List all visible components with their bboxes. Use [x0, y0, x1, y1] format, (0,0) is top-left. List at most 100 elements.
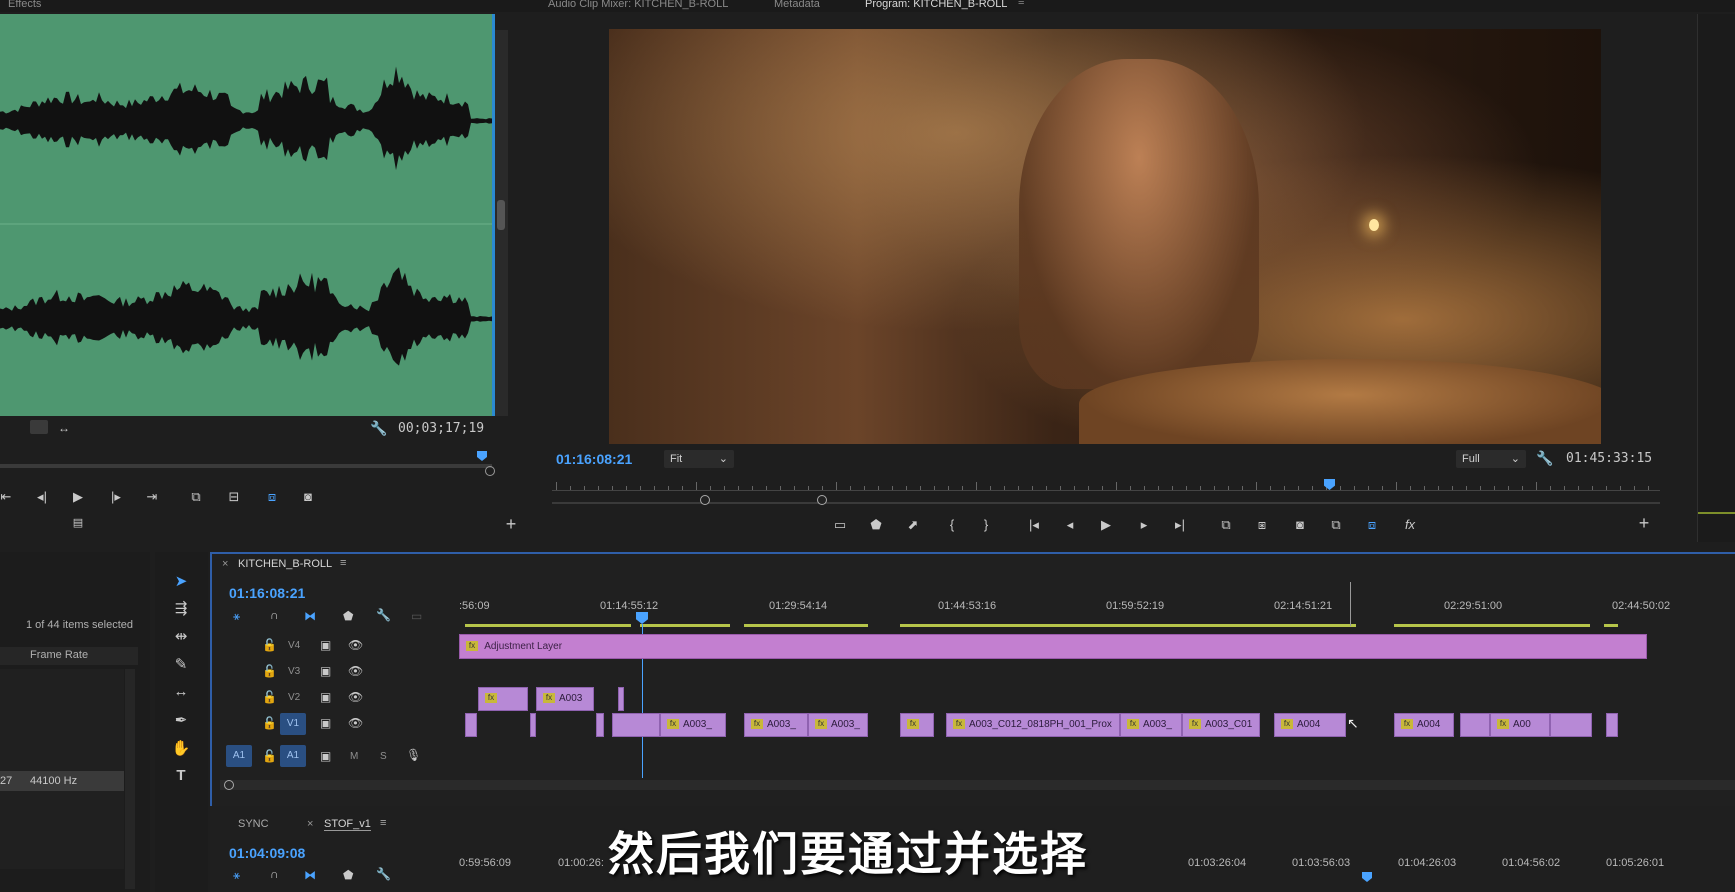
v1-clip[interactable] — [612, 713, 660, 737]
type-tool-icon[interactable]: T — [170, 767, 192, 787]
snap-magnet-icon[interactable]: ∩ — [270, 867, 279, 881]
sequence-menu-icon[interactable]: ≡ — [340, 557, 346, 569]
program-time-ruler[interactable] — [552, 490, 1660, 491]
sequence-menu-icon[interactable]: ≡ — [380, 817, 386, 829]
eye-icon[interactable]: 👁 — [348, 690, 363, 704]
eye-icon[interactable]: 👁 — [348, 638, 363, 652]
timeline-settings-wrench-icon[interactable]: 🔧 — [376, 608, 391, 622]
v2-clip[interactable]: fx A003 — [536, 687, 594, 711]
lock-icon[interactable]: 🔓 — [262, 749, 277, 763]
v1-clip[interactable] — [530, 713, 536, 737]
source-playhead-marker[interactable] — [477, 451, 487, 461]
pen-tool-icon[interactable]: ✒ — [170, 711, 192, 731]
ripple-edit-tool-icon[interactable]: ⇹ — [170, 627, 192, 647]
mute-button[interactable]: M — [350, 751, 358, 762]
lift-icon[interactable]: ⧉ — [1216, 517, 1236, 533]
lock-icon[interactable]: 🔓 — [262, 664, 277, 678]
source-step-forward-icon[interactable]: |▸ — [106, 489, 126, 505]
overwrite-icon[interactable]: ⊟ — [224, 489, 244, 505]
source-go-to-out-icon[interactable]: ⇥ — [142, 489, 162, 505]
v1-clip[interactable]: fx A004 — [1274, 713, 1346, 737]
export-frame-icon[interactable]: ◙ — [1290, 517, 1310, 532]
source-button-editor-icon[interactable]: ▤ — [68, 516, 88, 529]
mark-out-icon[interactable]: } — [976, 517, 996, 532]
tab-effects[interactable]: Effects — [8, 0, 41, 10]
project-list[interactable] — [0, 669, 124, 869]
lock-icon[interactable]: 🔓 — [262, 716, 277, 730]
v1-clip[interactable]: fx A003_ — [1120, 713, 1182, 737]
v1-clip[interactable]: fx A003_C01 — [1182, 713, 1260, 737]
source-ripple-icon[interactable]: ↔ — [58, 421, 70, 435]
proxy-toggle-icon[interactable]: ⧈ — [1362, 517, 1382, 533]
linked-selection-icon[interactable]: ⧓ — [304, 609, 316, 623]
captions-icon[interactable]: ▭ — [411, 609, 422, 623]
tab-sync[interactable]: SYNC — [238, 818, 269, 830]
program-video-frame[interactable] — [609, 29, 1601, 444]
program-add-button-icon[interactable]: + — [1634, 513, 1654, 534]
close-tab-icon[interactable]: × — [222, 558, 228, 570]
add-marker-icon[interactable]: ⬟ — [866, 517, 886, 533]
selection-tool-icon[interactable]: ➤ — [170, 572, 192, 592]
frame-rate-column-header[interactable]: Frame Rate — [30, 649, 88, 661]
v1-clip[interactable]: fx A004 — [1394, 713, 1454, 737]
source-zoom-bar[interactable] — [0, 464, 492, 468]
source-waveform[interactable] — [0, 14, 492, 416]
sync-lock-icon[interactable]: ▣ — [320, 716, 331, 730]
eye-icon[interactable]: 👁 — [348, 664, 363, 678]
v1-clip[interactable] — [596, 713, 604, 737]
v1-clip[interactable] — [1460, 713, 1490, 737]
sync-lock-icon[interactable]: ▣ — [320, 638, 331, 652]
second-timeline-timecode[interactable]: 01:04:09:08 — [229, 845, 305, 861]
microphone-icon[interactable]: 🎙 — [406, 748, 421, 762]
slip-tool-icon[interactable]: ↔ — [170, 683, 192, 703]
lock-icon[interactable]: 🔓 — [262, 638, 277, 652]
source-safe-margins-icon[interactable]: ⧈ — [262, 489, 282, 505]
linked-selection-icon[interactable]: ⧓ — [304, 868, 316, 882]
source-zoom-handle[interactable] — [485, 466, 495, 476]
v1-clip[interactable]: fx A00 — [1490, 713, 1550, 737]
v1-clip[interactable]: fx A003_C012_0818PH_001_Prox — [946, 713, 1120, 737]
sync-lock-icon[interactable]: ▣ — [320, 749, 331, 763]
fx-toggle-icon[interactable]: fx — [1400, 517, 1420, 532]
play-icon[interactable]: ▶ — [1096, 517, 1116, 533]
timeline-zoom-handle[interactable] — [224, 780, 234, 790]
project-scrollbar[interactable] — [125, 669, 135, 889]
program-zoom-bar[interactable] — [552, 502, 1660, 504]
close-tab-icon[interactable]: × — [307, 818, 313, 830]
source-patch-a1[interactable]: A1 — [226, 745, 252, 767]
v2-clip[interactable] — [618, 687, 624, 711]
comparison-view-icon[interactable]: ⧉ — [1326, 517, 1346, 533]
timeline-timecode[interactable]: 01:16:08:21 — [229, 585, 305, 601]
mark-in-icon[interactable]: { — [942, 517, 962, 532]
eye-icon[interactable]: 👁 — [348, 716, 363, 730]
source-timecode[interactable]: 00;03;17;19 — [398, 421, 484, 436]
sync-lock-icon[interactable]: ▣ — [320, 664, 331, 678]
markers-icon[interactable]: ▭ — [830, 517, 850, 533]
extract-icon[interactable]: ⧆ — [1252, 517, 1272, 533]
v1-clip[interactable] — [465, 713, 477, 737]
snap-magnet-icon[interactable]: ∩ — [270, 608, 279, 622]
tab-program[interactable]: Program: KITCHEN_B-ROLL — [865, 0, 1007, 10]
fit-dropdown[interactable]: Fit ⌄ — [664, 450, 734, 468]
nest-sequence-icon[interactable]: ⚹ — [233, 609, 240, 624]
insert-icon[interactable]: ⧉ — [186, 489, 206, 505]
solo-button[interactable]: S — [380, 751, 387, 762]
source-settings-icon[interactable] — [30, 420, 48, 434]
v1-clip[interactable]: fx A003_ — [808, 713, 868, 737]
tab-stof[interactable]: STOF_v1 — [324, 818, 371, 831]
track-target-a1[interactable]: A1 — [280, 745, 306, 767]
panel-menu-icon[interactable]: ≡ — [1018, 0, 1024, 8]
wrench-icon[interactable]: 🔧 — [370, 420, 387, 437]
source-export-frame-icon[interactable]: ◙ — [298, 489, 318, 504]
lock-icon[interactable]: 🔓 — [262, 690, 277, 704]
nest-sequence-icon[interactable]: ⚹ — [233, 868, 240, 883]
source-step-back-icon[interactable]: ◂| — [32, 489, 52, 505]
timeline-horizontal-scrollbar[interactable] — [220, 780, 1735, 790]
hand-tool-icon[interactable]: ✋ — [170, 739, 192, 759]
program-zoom-handle-left[interactable] — [700, 495, 710, 505]
tab-metadata[interactable]: Metadata — [774, 0, 820, 10]
source-play-icon[interactable]: ▶ — [68, 489, 88, 505]
go-to-in-icon[interactable]: |◂ — [1024, 517, 1044, 533]
razor-tool-icon[interactable]: ✎ — [170, 655, 192, 675]
timeline-settings-wrench-icon[interactable]: 🔧 — [376, 867, 391, 881]
